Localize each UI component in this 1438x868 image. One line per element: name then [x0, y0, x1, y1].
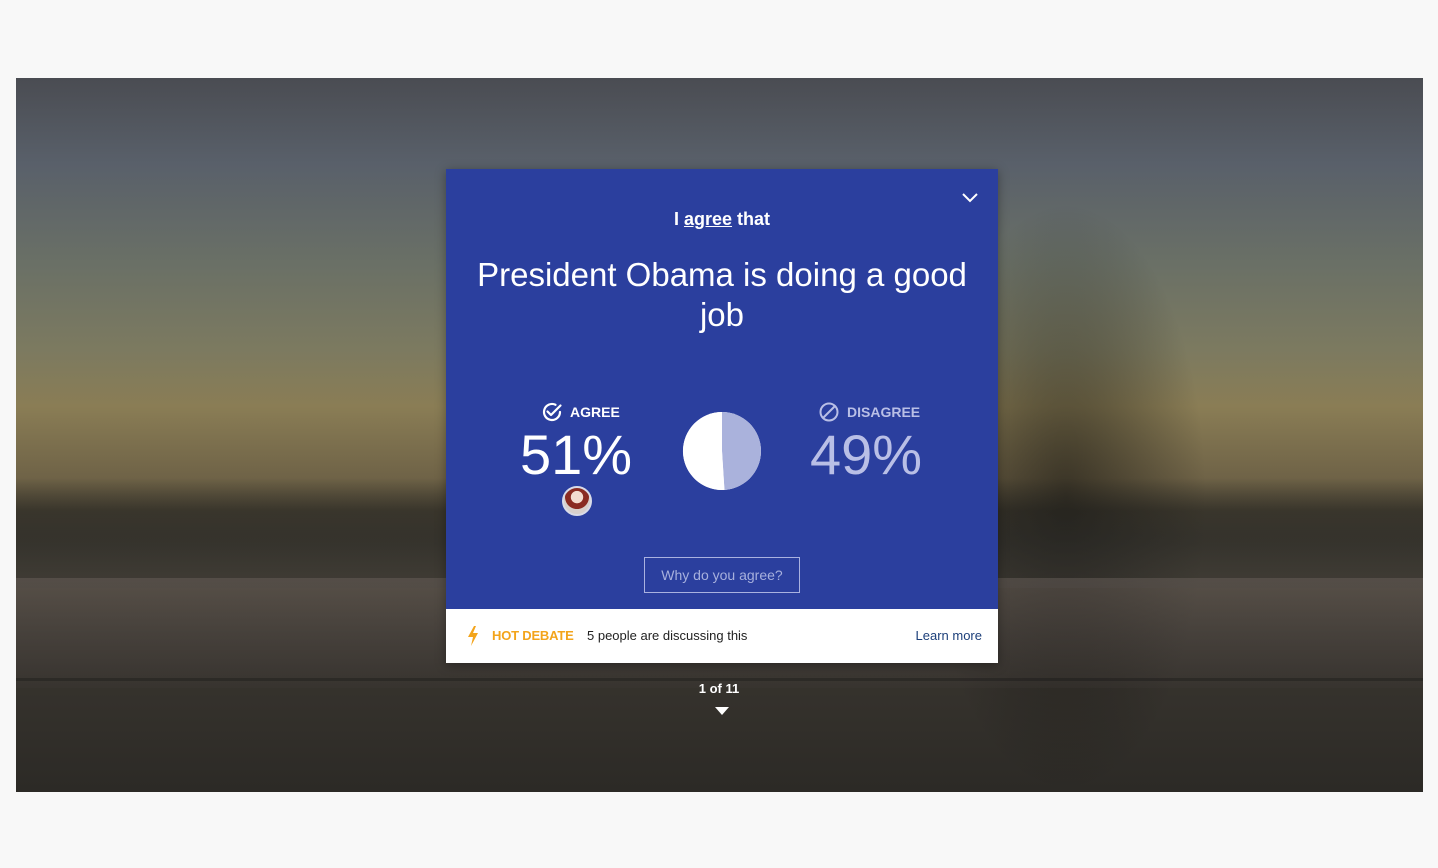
- agree-option[interactable]: AGREE: [541, 401, 620, 423]
- prefix-after: that: [732, 209, 771, 229]
- check-circle-icon: [542, 402, 562, 422]
- prefix-before: I: [673, 209, 684, 229]
- discussion-count: 5 people are discussing this: [587, 628, 748, 643]
- agree-label: AGREE: [570, 404, 620, 420]
- debate-card-body: I agree that President Obama is doing a …: [446, 169, 998, 609]
- agree-percent: 51%: [520, 423, 633, 486]
- debate-card: I agree that President Obama is doing a …: [446, 169, 998, 663]
- chevron-down-icon[interactable]: [960, 189, 980, 205]
- hot-debate-badge: HOT DEBATE: [492, 628, 574, 643]
- pager-indicator: 1 of 11: [698, 681, 740, 696]
- caret-down-icon[interactable]: [715, 707, 729, 716]
- pie-slice-disagree: [722, 412, 761, 490]
- vote-pie-chart: [682, 411, 761, 490]
- avatar[interactable]: [562, 486, 592, 516]
- debate-statement: President Obama is doing a good job: [477, 256, 967, 333]
- stance-prefix: I agree that: [446, 209, 998, 230]
- disagree-option[interactable]: DISAGREE: [818, 401, 920, 423]
- pie-slice-agree: [682, 411, 725, 490]
- disagree-label: DISAGREE: [847, 404, 921, 420]
- ban-icon: [819, 402, 839, 422]
- stance-toggle-link[interactable]: agree: [684, 209, 732, 229]
- why-do-you-agree-button[interactable]: Why do you agree?: [644, 557, 800, 593]
- debate-card-footer: HOT DEBATE 5 people are discussing this …: [446, 609, 998, 663]
- disagree-percent: 49%: [810, 423, 923, 486]
- learn-more-link[interactable]: Learn more: [916, 628, 982, 643]
- bolt-icon: [468, 626, 478, 646]
